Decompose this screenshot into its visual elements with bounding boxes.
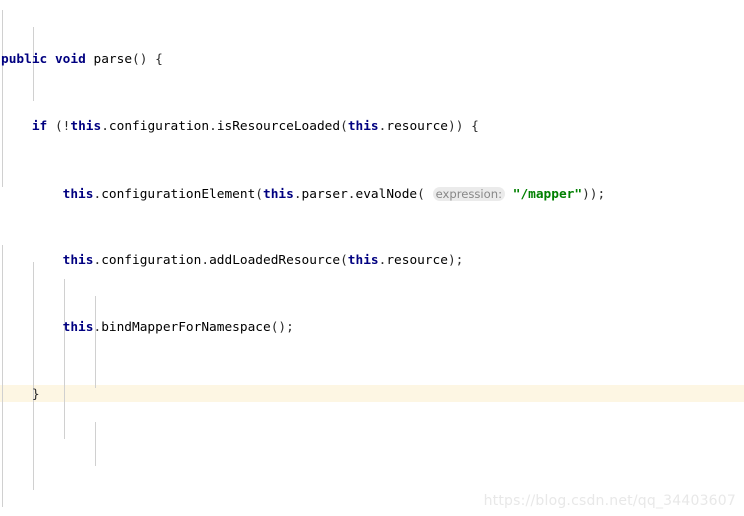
code-line: this.bindMapperForNamespace(); [62,319,294,335]
code-line: if (!this.configuration.isResourceLoaded… [31,119,479,135]
watermark: https://blog.csdn.net/qq_34403607 [483,493,736,510]
code-line: this.configurationElement(this.parser.ev… [62,186,606,202]
code-content[interactable]: public void parse() { if (!this.configur… [0,0,744,516]
parameter-hint: expression: [432,186,506,201]
code-line: public void parse() { [1,52,163,68]
code-line: } [1,386,40,402]
code-line: this.configuration.addLoadedResource(thi… [62,252,464,268]
code-editor[interactable]: public void parse() { if (!this.configur… [0,0,744,516]
